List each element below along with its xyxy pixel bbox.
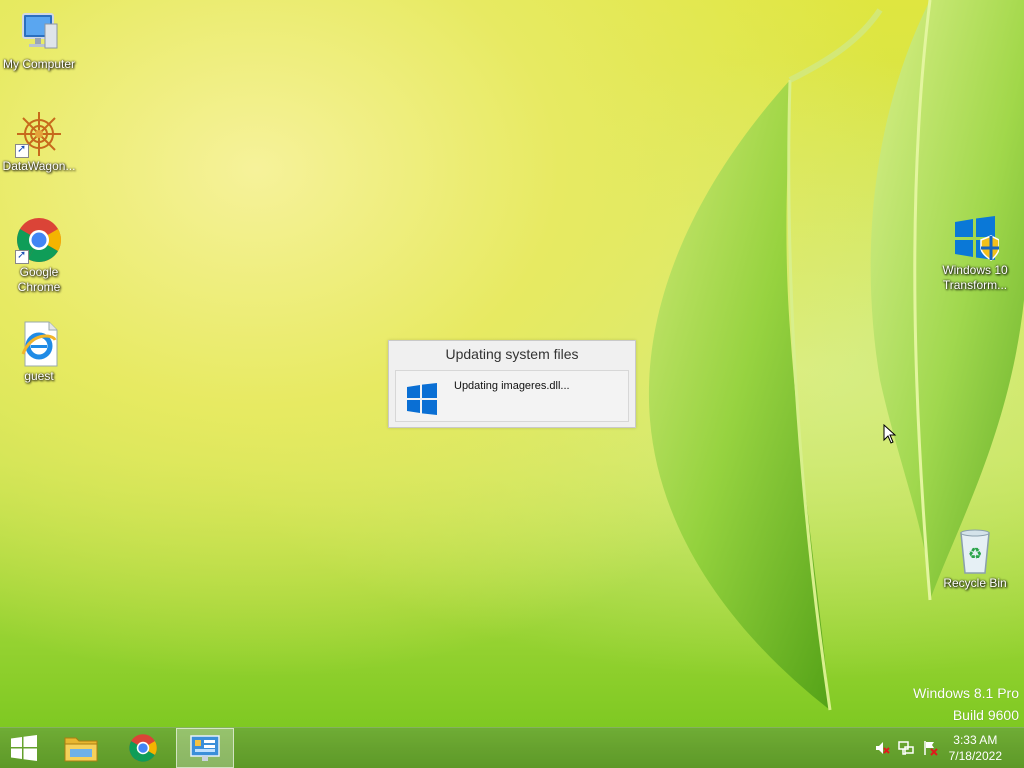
dialog-message: Updating imageres.dll... <box>454 380 570 392</box>
start-button[interactable] <box>0 728 48 768</box>
system-clock[interactable]: 3:33 AM 7/18/2022 <box>949 732 1002 764</box>
shortcut-arrow-icon <box>15 248 29 264</box>
file-explorer-icon <box>64 737 98 762</box>
desktop-icon-guest[interactable]: guest <box>0 320 79 384</box>
desktop-icon-recycle-bin[interactable]: ♻ Recycle Bin <box>935 527 1015 591</box>
updating-dialog: Updating system files Updating imageres.… <box>388 340 636 428</box>
desktop-icon-label: DataWagon... <box>2 159 76 173</box>
dialog-title: Updating system files <box>445 346 579 362</box>
watermark-build: Build 9600 <box>952 707 1019 723</box>
desktop-icon-label: guest <box>24 369 54 383</box>
taskbar-control-panel[interactable] <box>176 728 234 768</box>
desktop-icon-my-computer[interactable]: My Computer <box>0 8 79 72</box>
desktop-icon-google-chrome[interactable]: Google Chrome <box>0 216 79 295</box>
taskbar: 3:33 AM 7/18/2022 <box>0 727 1024 768</box>
desktop-icon-label: Recycle Bin <box>943 576 1007 590</box>
taskbar-chrome[interactable] <box>114 728 172 768</box>
clock-date: 7/18/2022 <box>948 749 1002 763</box>
desktop-icon-label: Google Chrome <box>17 265 61 294</box>
windows-shield-icon <box>955 216 1000 261</box>
dialog-content: Updating imageres.dll... <box>395 370 629 422</box>
desktop-icon-windows-10-transform[interactable]: Windows 10 Transform... <box>935 214 1015 293</box>
clock-time: 3:33 AM <box>953 733 998 747</box>
taskbar-file-explorer[interactable] <box>52 728 110 768</box>
computer-icon <box>22 13 58 49</box>
volume-muted-icon[interactable] <box>874 740 890 756</box>
desktop-icon-label: My Computer <box>2 57 76 71</box>
start-icon <box>11 735 37 761</box>
desktop-icon-datawagon[interactable]: DataWagon... <box>0 110 79 174</box>
desktop-icon-label: Windows 10 Transform... <box>942 263 1008 292</box>
watermark-edition: Windows 8.1 Pro <box>913 685 1019 701</box>
chrome-icon <box>129 734 157 762</box>
action-center-flag-icon[interactable] <box>922 740 938 756</box>
network-icon[interactable] <box>898 740 914 756</box>
recycle-bin-icon: ♻ <box>960 529 990 574</box>
internet-explorer-icon <box>21 321 58 367</box>
os-version-watermark: Windows 8.1 Pro Build 9600 <box>913 685 1019 723</box>
shortcut-arrow-icon <box>15 142 29 158</box>
windows-logo-icon <box>407 383 437 415</box>
mouse-cursor-icon <box>883 424 897 444</box>
control-panel-icon <box>190 735 220 761</box>
svg-text:♻: ♻ <box>968 544 982 563</box>
